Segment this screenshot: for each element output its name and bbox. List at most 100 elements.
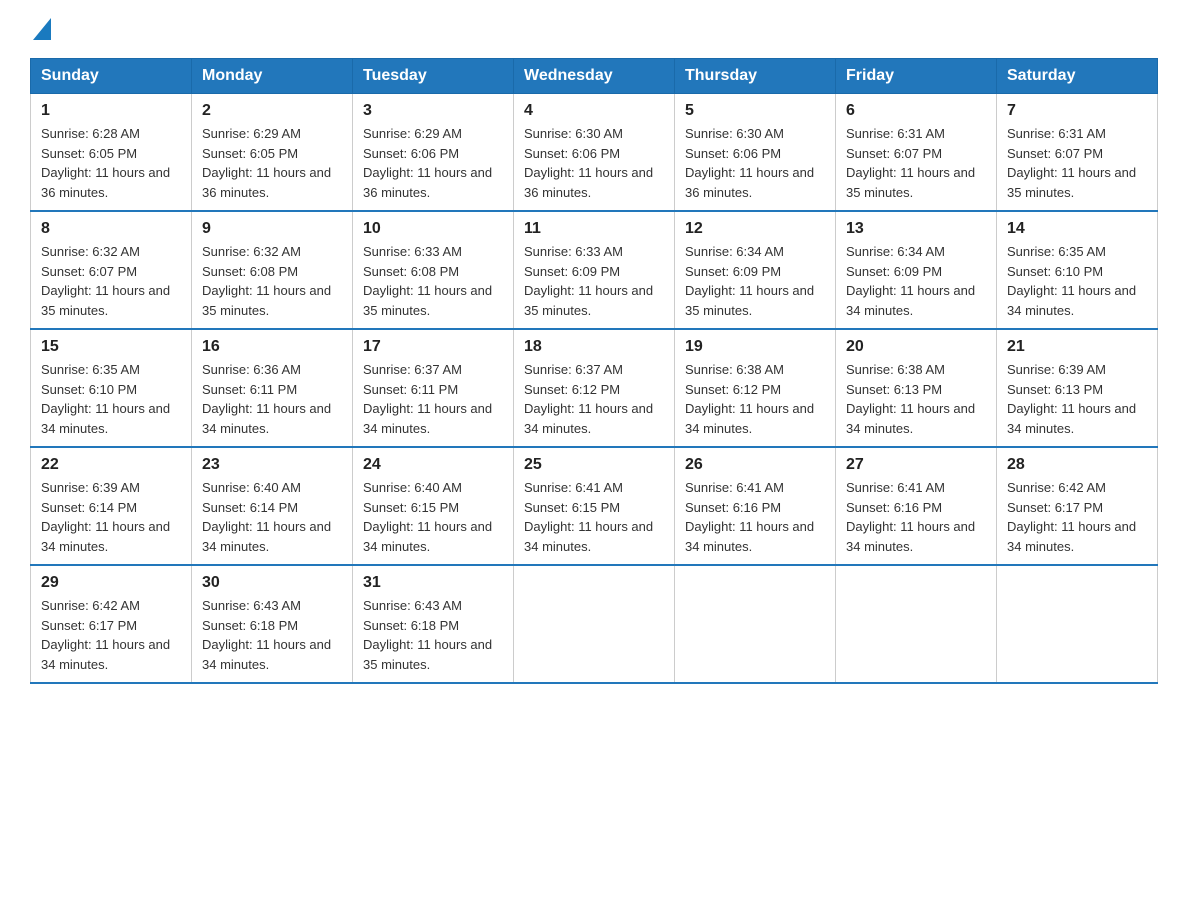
calendar-day-cell: 26 Sunrise: 6:41 AMSunset: 6:16 PMDaylig…: [675, 447, 836, 565]
calendar-day-cell: 29 Sunrise: 6:42 AMSunset: 6:17 PMDaylig…: [31, 565, 192, 683]
day-info: Sunrise: 6:41 AMSunset: 6:16 PMDaylight:…: [685, 480, 814, 554]
day-info: Sunrise: 6:30 AMSunset: 6:06 PMDaylight:…: [685, 126, 814, 200]
day-number: 17: [363, 338, 503, 356]
day-info: Sunrise: 6:33 AMSunset: 6:08 PMDaylight:…: [363, 244, 492, 318]
calendar-day-cell: [836, 565, 997, 683]
day-info: Sunrise: 6:34 AMSunset: 6:09 PMDaylight:…: [685, 244, 814, 318]
calendar-day-cell: 25 Sunrise: 6:41 AMSunset: 6:15 PMDaylig…: [514, 447, 675, 565]
calendar-day-cell: 22 Sunrise: 6:39 AMSunset: 6:14 PMDaylig…: [31, 447, 192, 565]
day-info: Sunrise: 6:42 AMSunset: 6:17 PMDaylight:…: [1007, 480, 1136, 554]
day-number: 25: [524, 456, 664, 474]
day-info: Sunrise: 6:37 AMSunset: 6:12 PMDaylight:…: [524, 362, 653, 436]
calendar-day-cell: 7 Sunrise: 6:31 AMSunset: 6:07 PMDayligh…: [997, 94, 1158, 212]
weekday-header-wednesday: Wednesday: [514, 59, 675, 94]
logo: [30, 20, 51, 40]
day-number: 4: [524, 102, 664, 120]
calendar-day-cell: 20 Sunrise: 6:38 AMSunset: 6:13 PMDaylig…: [836, 329, 997, 447]
calendar-day-cell: 24 Sunrise: 6:40 AMSunset: 6:15 PMDaylig…: [353, 447, 514, 565]
day-info: Sunrise: 6:40 AMSunset: 6:15 PMDaylight:…: [363, 480, 492, 554]
calendar-day-cell: 14 Sunrise: 6:35 AMSunset: 6:10 PMDaylig…: [997, 211, 1158, 329]
weekday-header-sunday: Sunday: [31, 59, 192, 94]
day-number: 26: [685, 456, 825, 474]
day-number: 14: [1007, 220, 1147, 238]
weekday-header-saturday: Saturday: [997, 59, 1158, 94]
day-number: 1: [41, 102, 181, 120]
day-info: Sunrise: 6:34 AMSunset: 6:09 PMDaylight:…: [846, 244, 975, 318]
day-number: 3: [363, 102, 503, 120]
calendar-day-cell: [514, 565, 675, 683]
calendar-day-cell: 12 Sunrise: 6:34 AMSunset: 6:09 PMDaylig…: [675, 211, 836, 329]
weekday-header-tuesday: Tuesday: [353, 59, 514, 94]
day-number: 16: [202, 338, 342, 356]
calendar-day-cell: 2 Sunrise: 6:29 AMSunset: 6:05 PMDayligh…: [192, 94, 353, 212]
calendar-week-row: 15 Sunrise: 6:35 AMSunset: 6:10 PMDaylig…: [31, 329, 1158, 447]
day-info: Sunrise: 6:43 AMSunset: 6:18 PMDaylight:…: [363, 598, 492, 672]
day-number: 11: [524, 220, 664, 238]
calendar-day-cell: 11 Sunrise: 6:33 AMSunset: 6:09 PMDaylig…: [514, 211, 675, 329]
day-number: 21: [1007, 338, 1147, 356]
day-info: Sunrise: 6:30 AMSunset: 6:06 PMDaylight:…: [524, 126, 653, 200]
logo-triangle-icon: [33, 18, 51, 40]
day-number: 15: [41, 338, 181, 356]
calendar-day-cell: 5 Sunrise: 6:30 AMSunset: 6:06 PMDayligh…: [675, 94, 836, 212]
weekday-header-row: SundayMondayTuesdayWednesdayThursdayFrid…: [31, 59, 1158, 94]
calendar-day-cell: 27 Sunrise: 6:41 AMSunset: 6:16 PMDaylig…: [836, 447, 997, 565]
day-info: Sunrise: 6:39 AMSunset: 6:14 PMDaylight:…: [41, 480, 170, 554]
calendar-day-cell: 18 Sunrise: 6:37 AMSunset: 6:12 PMDaylig…: [514, 329, 675, 447]
day-info: Sunrise: 6:28 AMSunset: 6:05 PMDaylight:…: [41, 126, 170, 200]
day-number: 27: [846, 456, 986, 474]
day-number: 12: [685, 220, 825, 238]
calendar-week-row: 22 Sunrise: 6:39 AMSunset: 6:14 PMDaylig…: [31, 447, 1158, 565]
day-number: 23: [202, 456, 342, 474]
calendar-day-cell: 31 Sunrise: 6:43 AMSunset: 6:18 PMDaylig…: [353, 565, 514, 683]
day-number: 8: [41, 220, 181, 238]
calendar-day-cell: 28 Sunrise: 6:42 AMSunset: 6:17 PMDaylig…: [997, 447, 1158, 565]
calendar-day-cell: 13 Sunrise: 6:34 AMSunset: 6:09 PMDaylig…: [836, 211, 997, 329]
day-info: Sunrise: 6:38 AMSunset: 6:12 PMDaylight:…: [685, 362, 814, 436]
day-number: 29: [41, 574, 181, 592]
calendar-day-cell: 30 Sunrise: 6:43 AMSunset: 6:18 PMDaylig…: [192, 565, 353, 683]
day-info: Sunrise: 6:32 AMSunset: 6:08 PMDaylight:…: [202, 244, 331, 318]
day-number: 10: [363, 220, 503, 238]
calendar-table: SundayMondayTuesdayWednesdayThursdayFrid…: [30, 58, 1158, 684]
day-info: Sunrise: 6:31 AMSunset: 6:07 PMDaylight:…: [846, 126, 975, 200]
calendar-week-row: 8 Sunrise: 6:32 AMSunset: 6:07 PMDayligh…: [31, 211, 1158, 329]
page-header: [30, 20, 1158, 40]
calendar-day-cell: 8 Sunrise: 6:32 AMSunset: 6:07 PMDayligh…: [31, 211, 192, 329]
day-info: Sunrise: 6:43 AMSunset: 6:18 PMDaylight:…: [202, 598, 331, 672]
day-info: Sunrise: 6:42 AMSunset: 6:17 PMDaylight:…: [41, 598, 170, 672]
day-number: 18: [524, 338, 664, 356]
calendar-day-cell: 4 Sunrise: 6:30 AMSunset: 6:06 PMDayligh…: [514, 94, 675, 212]
day-number: 22: [41, 456, 181, 474]
day-info: Sunrise: 6:40 AMSunset: 6:14 PMDaylight:…: [202, 480, 331, 554]
calendar-day-cell: 23 Sunrise: 6:40 AMSunset: 6:14 PMDaylig…: [192, 447, 353, 565]
day-info: Sunrise: 6:33 AMSunset: 6:09 PMDaylight:…: [524, 244, 653, 318]
calendar-day-cell: 10 Sunrise: 6:33 AMSunset: 6:08 PMDaylig…: [353, 211, 514, 329]
day-number: 6: [846, 102, 986, 120]
day-number: 13: [846, 220, 986, 238]
day-info: Sunrise: 6:35 AMSunset: 6:10 PMDaylight:…: [41, 362, 170, 436]
day-number: 31: [363, 574, 503, 592]
calendar-day-cell: [997, 565, 1158, 683]
day-info: Sunrise: 6:32 AMSunset: 6:07 PMDaylight:…: [41, 244, 170, 318]
calendar-week-row: 29 Sunrise: 6:42 AMSunset: 6:17 PMDaylig…: [31, 565, 1158, 683]
day-info: Sunrise: 6:38 AMSunset: 6:13 PMDaylight:…: [846, 362, 975, 436]
weekday-header-friday: Friday: [836, 59, 997, 94]
calendar-day-cell: 15 Sunrise: 6:35 AMSunset: 6:10 PMDaylig…: [31, 329, 192, 447]
day-number: 5: [685, 102, 825, 120]
day-number: 7: [1007, 102, 1147, 120]
calendar-day-cell: 16 Sunrise: 6:36 AMSunset: 6:11 PMDaylig…: [192, 329, 353, 447]
day-info: Sunrise: 6:29 AMSunset: 6:06 PMDaylight:…: [363, 126, 492, 200]
day-info: Sunrise: 6:36 AMSunset: 6:11 PMDaylight:…: [202, 362, 331, 436]
calendar-day-cell: [675, 565, 836, 683]
day-number: 24: [363, 456, 503, 474]
day-number: 30: [202, 574, 342, 592]
day-info: Sunrise: 6:39 AMSunset: 6:13 PMDaylight:…: [1007, 362, 1136, 436]
calendar-day-cell: 21 Sunrise: 6:39 AMSunset: 6:13 PMDaylig…: [997, 329, 1158, 447]
calendar-day-cell: 1 Sunrise: 6:28 AMSunset: 6:05 PMDayligh…: [31, 94, 192, 212]
weekday-header-monday: Monday: [192, 59, 353, 94]
calendar-day-cell: 9 Sunrise: 6:32 AMSunset: 6:08 PMDayligh…: [192, 211, 353, 329]
day-info: Sunrise: 6:35 AMSunset: 6:10 PMDaylight:…: [1007, 244, 1136, 318]
day-info: Sunrise: 6:41 AMSunset: 6:15 PMDaylight:…: [524, 480, 653, 554]
day-info: Sunrise: 6:29 AMSunset: 6:05 PMDaylight:…: [202, 126, 331, 200]
